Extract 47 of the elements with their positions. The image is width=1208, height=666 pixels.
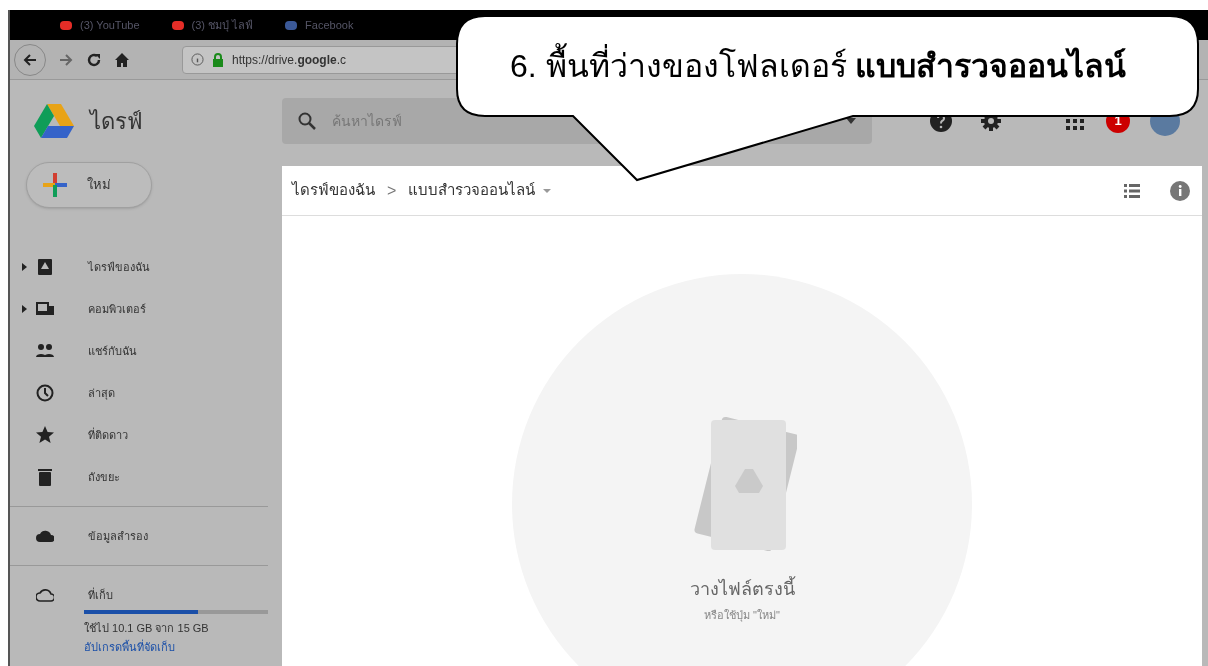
storage-usage: ใช้ไป 10.1 GB จาก 15 GB (84, 621, 210, 636)
new-button[interactable]: ใหม่ (26, 162, 152, 208)
reload-icon[interactable] (86, 51, 102, 68)
info-icon (191, 53, 204, 66)
url-text: https://drive.google.c (232, 51, 347, 69)
breadcrumb-item[interactable]: แบบสำรวจออนไลน์ (408, 179, 552, 202)
sidebar-item[interactable]: ข้อมูลสำรอง (10, 515, 282, 557)
star-icon (36, 426, 54, 444)
back-arrow-icon (22, 51, 38, 68)
home-icon[interactable] (114, 51, 130, 68)
sidebar-item[interactable]: ที่ติดดาว (10, 414, 282, 456)
trash-icon (36, 468, 54, 486)
expand-caret-icon[interactable] (22, 305, 27, 313)
search-icon (298, 112, 316, 130)
sidebar-item[interactable]: แชร์กับฉัน (10, 330, 282, 372)
people-icon (36, 342, 54, 360)
sidebar-item[interactable]: ไดรฟ์ของฉัน (10, 246, 282, 288)
empty-state-title: วางไฟล์ตรงนี้ (689, 576, 795, 603)
app-title: ไดรฟ์ (90, 107, 143, 136)
drive-logo-icon (34, 104, 74, 138)
sidebar-label: ล่าสุด (88, 385, 115, 402)
list-view-icon[interactable] (1124, 183, 1140, 198)
clock-icon (36, 384, 54, 402)
sidebar-item[interactable]: คอมพิวเตอร์ (10, 288, 282, 330)
cloud-outline-icon (36, 586, 54, 604)
expand-caret-icon[interactable] (22, 263, 27, 271)
dropdown-caret-icon[interactable] (846, 118, 856, 124)
sidebar-item[interactable]: ล่าสุด (10, 372, 282, 414)
sidebar-label: ไดรฟ์ของฉัน (88, 259, 150, 275)
sidebar-label: แชร์กับฉัน (88, 343, 137, 359)
sidebar-label: ข้อมูลสำรอง (88, 528, 148, 545)
breadcrumb-separator: > (387, 180, 397, 201)
computer-icon (36, 300, 54, 318)
sidebar-label: คอมพิวเตอร์ (88, 301, 146, 317)
breadcrumb-item[interactable]: ไดรฟ์ของฉัน (292, 179, 375, 202)
sidebar-label: ที่เก็บ (88, 586, 113, 603)
upgrade-storage-link[interactable]: อัปเกรดพื้นที่จัดเก็บ (84, 638, 282, 655)
drive-icon (36, 258, 54, 276)
sidebar-label: ที่ติดดาว (88, 426, 128, 443)
info-icon[interactable] (1170, 180, 1190, 201)
forward-arrow-icon[interactable] (58, 51, 74, 68)
empty-state-hint: หรือใช้ปุ่ม "ใหม่" (704, 608, 780, 624)
lock-icon (212, 52, 224, 67)
sidebar-item[interactable]: ถังขยะ (10, 456, 282, 498)
plus-icon (43, 173, 67, 197)
sidebar-item[interactable]: ที่เก็บ (10, 574, 282, 616)
sidebar-label: ถังขยะ (88, 469, 120, 485)
